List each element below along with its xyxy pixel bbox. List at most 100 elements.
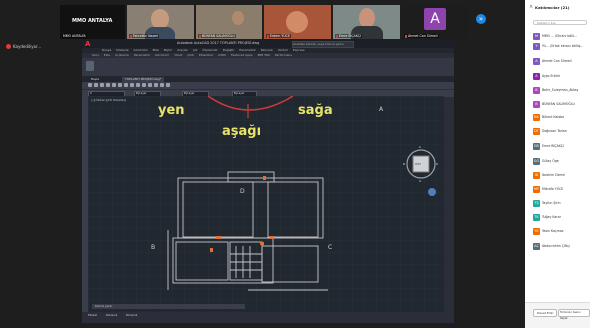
pan-icon[interactable]	[124, 83, 128, 87]
tile-label: BÜNYAN SALİMOĞLU	[198, 34, 236, 38]
point-d: D	[240, 188, 245, 195]
layout-tab-1[interactable]: Düzen1	[106, 313, 117, 317]
participant-search-input[interactable]: Katılımcı bul	[533, 20, 587, 25]
person-face	[286, 11, 308, 33]
participant-name: Doğukan Tarlan	[542, 129, 567, 133]
person-face	[359, 8, 375, 28]
participant-item[interactable]: DT Doğukan Tarlan	[533, 127, 589, 136]
recording-indicator[interactable]: Kaydediliyor...	[6, 44, 41, 49]
invite-button[interactable]: Davet Edin	[533, 309, 558, 317]
video-tile-4[interactable]: Emre BIÇAKÇI	[333, 5, 400, 39]
participant-item[interactable]: B Bekir_Suleyman_Aktaş	[533, 86, 589, 95]
participant-item[interactable]: MY Mikrofo YÜCE	[533, 185, 589, 194]
participant-item[interactable]: TŞ Tayfun Şirin	[533, 199, 589, 208]
participant-name: Yasin Kaçmaz	[542, 229, 564, 233]
participant-item[interactable]: GÖ Gülay Öge	[533, 157, 589, 166]
tile-label: Erdem YÜCE	[266, 34, 291, 38]
point-b: B	[151, 244, 156, 251]
point-a-top: A	[379, 106, 384, 113]
participant-item[interactable]: İD İbrahim Demir	[533, 171, 589, 180]
video-tile-1[interactable]: Fahrettin Nazeri	[127, 5, 194, 39]
avatar: İD	[533, 172, 540, 179]
layout-tab-2[interactable]: Düzen2	[126, 313, 137, 317]
person-face	[232, 11, 244, 25]
bottom-strip	[0, 323, 525, 327]
mic-muted-icon	[267, 34, 269, 38]
zoom-icon[interactable]	[130, 83, 134, 87]
window-title: Autodesk AutoCAD 2017 TOPLANTI PROJESİ.d…	[177, 41, 260, 45]
standard-toolbar	[82, 82, 454, 89]
tile-name: MMO ANTALYA	[72, 18, 113, 24]
avatar: A	[533, 58, 540, 65]
participant-item[interactable]: BK Bülent Kalaba	[533, 113, 589, 122]
participant-item[interactable]: A Ahmet Can Sümeli	[533, 57, 589, 66]
participant-name: Ayşe Ertürk	[542, 74, 561, 78]
video-tile-5[interactable]: A Ahmet Can Sümeli	[402, 5, 468, 39]
participants-panel: × Katılımcılar (21) Katılımcı bul M MMO .…	[525, 0, 590, 328]
annotation-right: sağa	[298, 103, 333, 118]
participant-name: MMO ... (Ekranı bölü...	[542, 34, 578, 38]
point-c: C	[328, 244, 333, 251]
mute-all-button[interactable]: Tümünün Sesini Kapat	[558, 309, 590, 320]
view-cube-top[interactable]: ÜST	[415, 162, 421, 166]
compass-e[interactable]: D	[436, 162, 438, 166]
avatar: YK	[533, 228, 540, 235]
compass-s[interactable]: G	[419, 179, 421, 183]
participant-item[interactable]: B BÜNYAN SALİMOĞLU	[533, 100, 589, 109]
person-face	[151, 9, 169, 29]
avatar: MY	[533, 186, 540, 193]
autocad-window: A Autodesk AutoCAD 2017 TOPLANTI PROJESİ…	[82, 40, 454, 323]
mic-muted-icon	[199, 34, 201, 38]
video-tile-2[interactable]: BÜNYAN SALİMOĞLU	[196, 5, 262, 39]
participant-item[interactable]: YK Yasin Kaçmaz	[533, 227, 589, 236]
participant-item[interactable]: Y Yü... (Ortak ekranı bölüş...	[533, 42, 589, 51]
participant-item[interactable]: A Ayşe Ertürk	[533, 72, 589, 81]
avatar: B	[533, 101, 540, 108]
participant-item[interactable]: AÇ Abdurrahim Çiftçi	[533, 242, 589, 251]
avatar: A	[424, 8, 446, 30]
compass-n[interactable]: K	[419, 145, 421, 149]
print-icon[interactable]	[106, 83, 110, 87]
participant-name: Emre BIÇAKÇI	[542, 144, 564, 148]
undo-icon[interactable]	[112, 83, 116, 87]
participant-item[interactable]: EB Emre BIÇAKÇI	[533, 142, 589, 151]
avatar: B	[533, 87, 540, 94]
avatar: GÖ	[533, 158, 540, 165]
mic-muted-icon	[405, 34, 407, 38]
properties-icon[interactable]	[136, 83, 140, 87]
close-icon[interactable]: ×	[529, 4, 533, 10]
layers-icon[interactable]	[142, 83, 146, 87]
autocad-logo-icon[interactable]: A	[85, 40, 90, 48]
drawing-viewport[interactable]: yen aşağı sağa A D B C A K G D B ÜST	[88, 96, 444, 312]
participant-item[interactable]: M MMO ... (Ekranı bölü...	[533, 32, 589, 41]
compass-w[interactable]: B	[403, 162, 405, 166]
redo-icon[interactable]	[118, 83, 122, 87]
help-icon[interactable]	[166, 83, 170, 87]
tile-label: Fahrettin Nazeri	[129, 34, 160, 38]
viewport-label[interactable]: [-][Üstten][2D Telkafes]	[91, 98, 126, 102]
video-tile-3[interactable]: Erdem YÜCE	[264, 5, 331, 39]
record-icon	[6, 44, 11, 49]
command-line[interactable]: Komut yazın	[92, 304, 245, 309]
participant-name: Yü... (Ortak ekranı bölüş...	[542, 44, 584, 48]
new-icon[interactable]	[88, 83, 92, 87]
participant-item[interactable]: TK Tuğay Karar	[533, 213, 589, 222]
participant-name: Tuğay Karar	[542, 215, 561, 219]
open-icon[interactable]	[94, 83, 98, 87]
tile-label: MMO ANTALYA	[62, 34, 87, 38]
save-icon[interactable]	[100, 83, 104, 87]
video-tile-mmo[interactable]: MMO ANTALYA MMO ANTALYA	[60, 5, 125, 39]
search-input[interactable]: Anahtar sözcük veya tümce yazın	[292, 41, 354, 48]
measure-icon[interactable]	[154, 83, 158, 87]
mic-muted-icon	[130, 34, 132, 38]
calc-icon[interactable]	[160, 83, 164, 87]
avatar: DT	[533, 128, 540, 135]
layout-tab-model[interactable]: Model	[88, 313, 97, 317]
match-icon[interactable]	[148, 83, 152, 87]
draw-line-button[interactable]	[86, 61, 94, 71]
annotation-left: yen	[158, 103, 185, 118]
avatar: M	[533, 33, 540, 40]
participant-name: BÜNYAN SALİMOĞLU	[542, 102, 575, 106]
ribbon-panel	[82, 58, 454, 76]
expand-tiles-button[interactable]: »	[476, 14, 486, 24]
